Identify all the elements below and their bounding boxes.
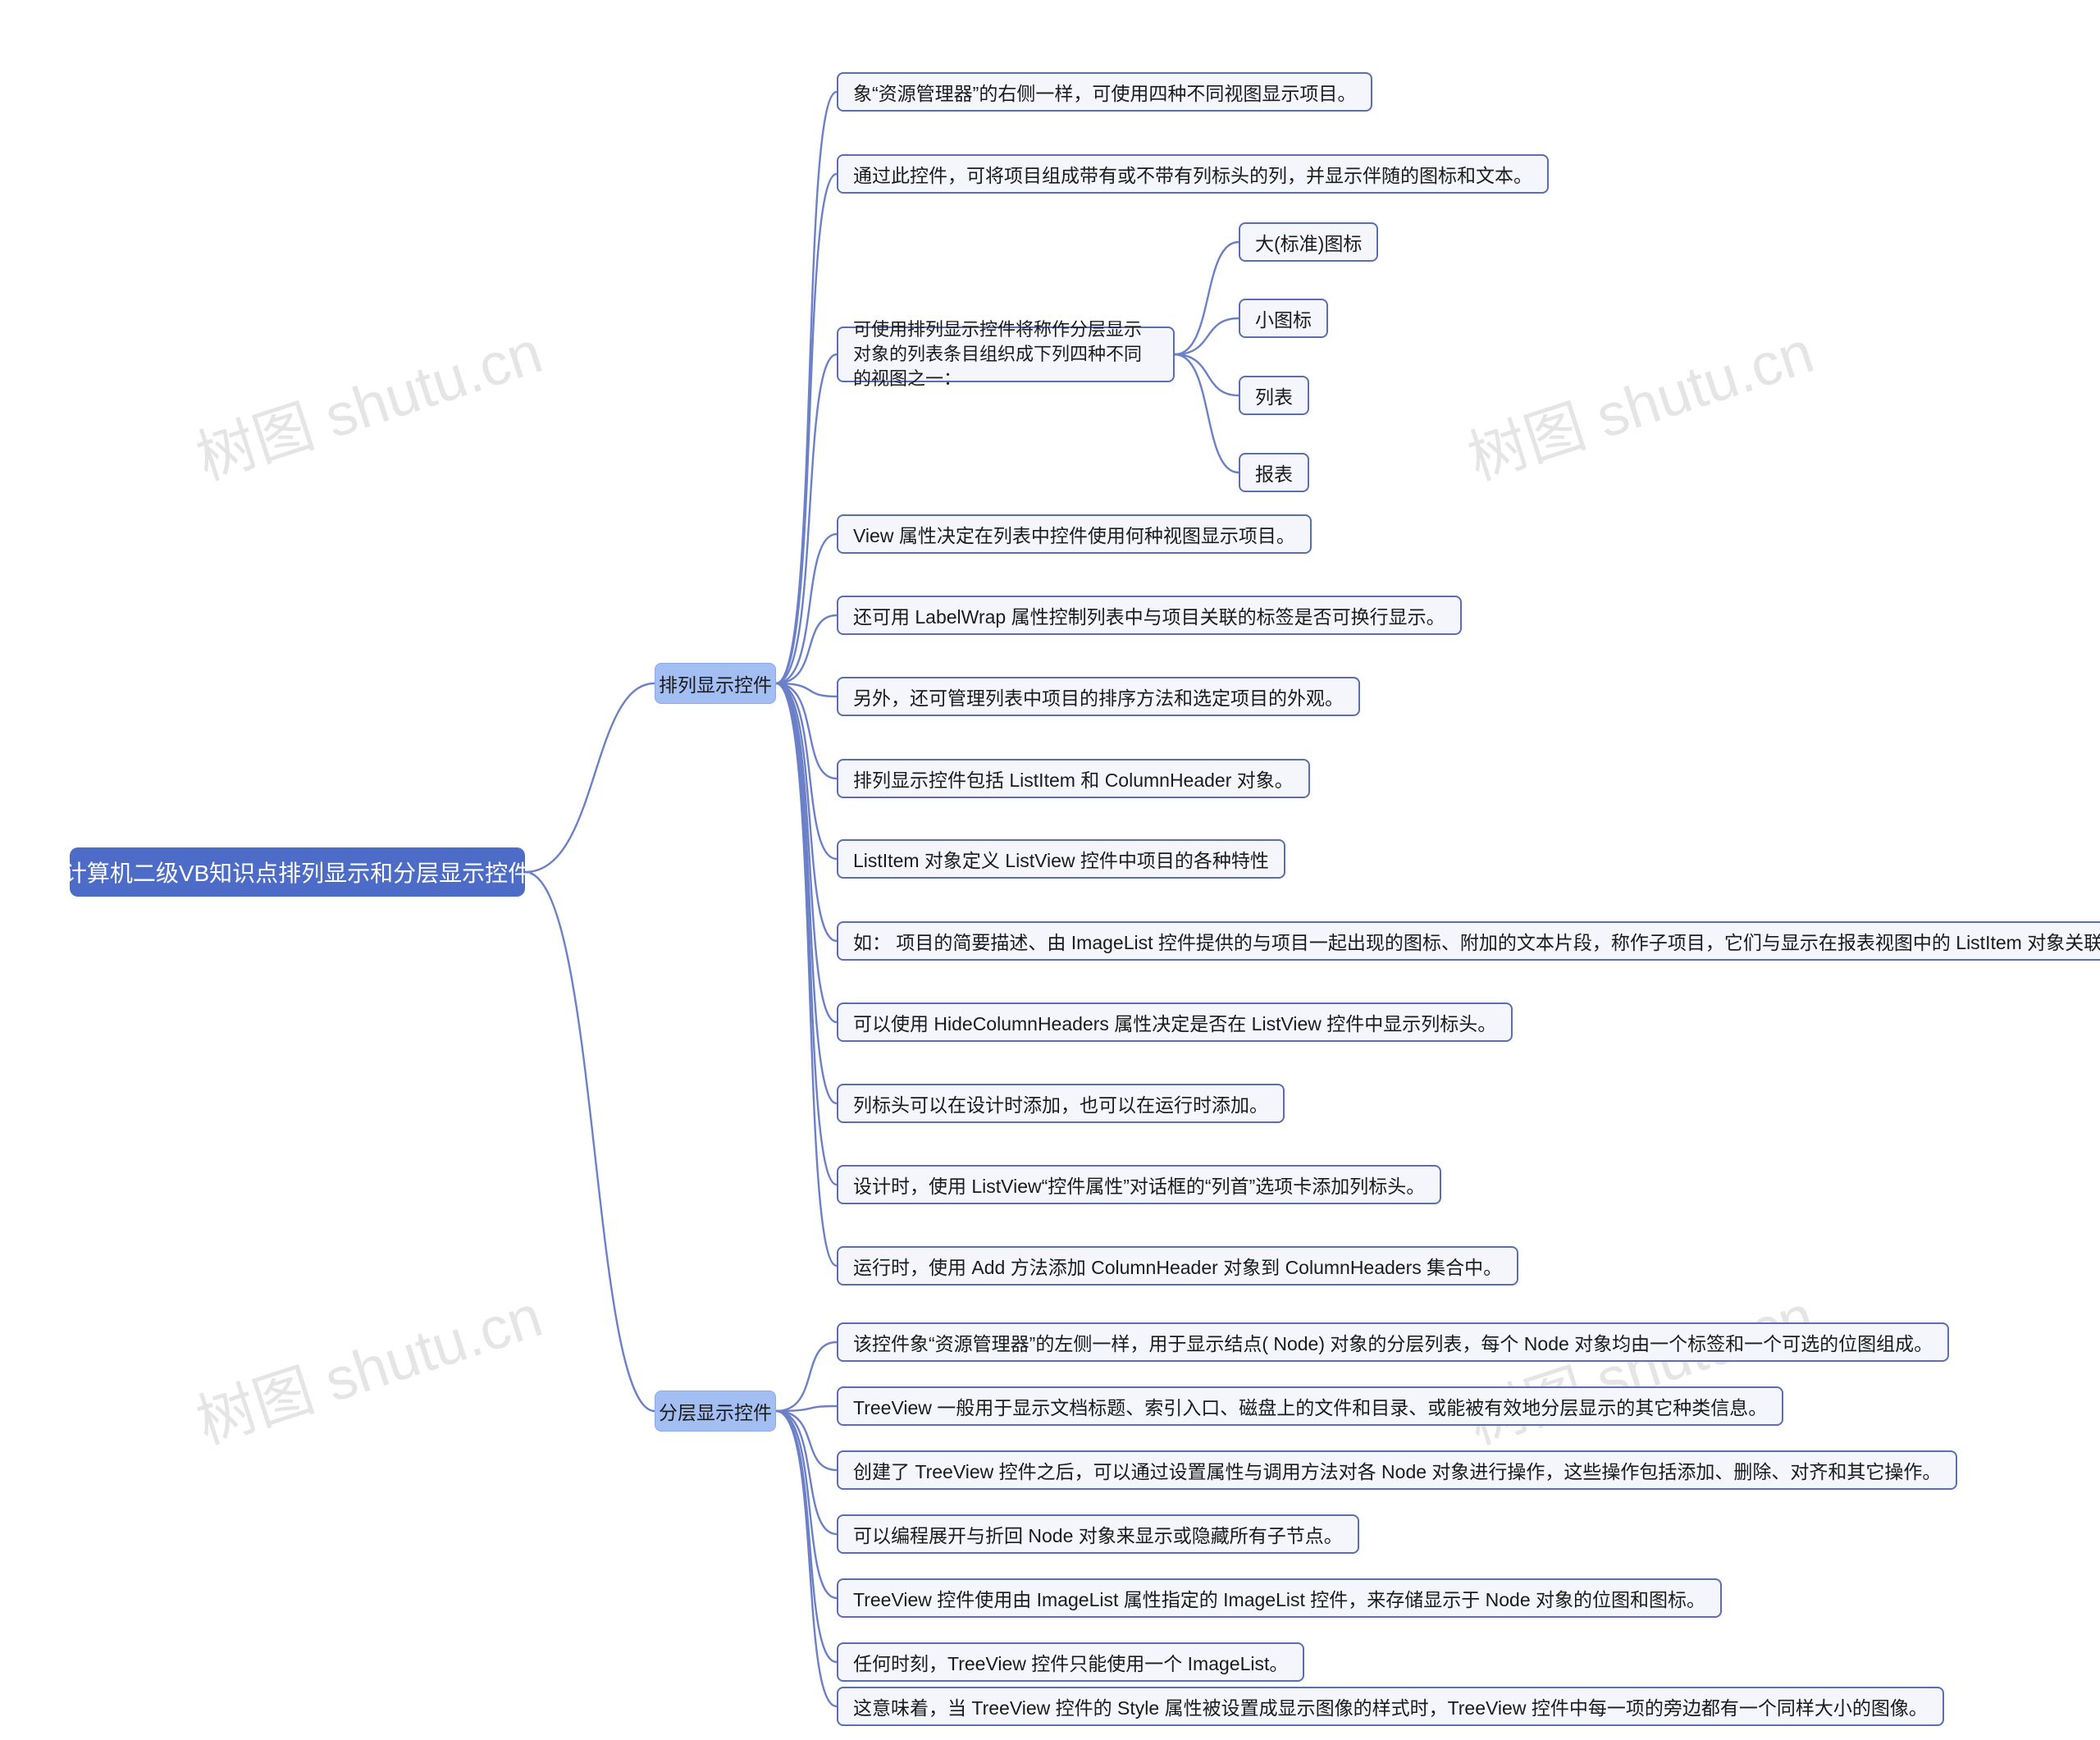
view-large-icon[interactable]: 大(标准)图标 <box>1239 222 1378 262</box>
b1-item-4[interactable]: 还可用 LabelWrap 属性控制列表中与项目关联的标签是否可换行显示。 <box>837 596 1462 635</box>
b2-item-5[interactable]: 任何时刻，TreeView 控件只能使用一个 ImageList。 <box>837 1642 1304 1682</box>
b2-item-1[interactable]: TreeView 一般用于显示文档标题、索引入口、磁盘上的文件和目录、或能被有效… <box>837 1386 1783 1426</box>
mindmap-canvas: 树图 shutu.cn 树图 shutu.cn 树图 shutu.cn 树图 s… <box>0 0 2100 1740</box>
b2-item-2[interactable]: 创建了 TreeView 控件之后，可以通过设置属性与调用方法对各 Node 对… <box>837 1450 1957 1490</box>
b1-item-11[interactable]: 设计时，使用 ListView“控件属性”对话框的“列首”选项卡添加列标头。 <box>837 1165 1441 1204</box>
branch-treeview[interactable]: 分层显示控件 <box>655 1391 776 1432</box>
b1-item-7[interactable]: ListItem 对象定义 ListView 控件中项目的各种特性 <box>837 839 1285 879</box>
b1-item-9[interactable]: 可以使用 HideColumnHeaders 属性决定是否在 ListView … <box>837 1002 1513 1042</box>
b2-item-6[interactable]: 这意味着，当 TreeView 控件的 Style 属性被设置成显示图像的样式时… <box>837 1687 1944 1726</box>
view-list[interactable]: 列表 <box>1239 376 1309 415</box>
root-node[interactable]: 计算机二级VB知识点排列显示和分层显示控件 <box>70 847 525 897</box>
b2-item-4[interactable]: TreeView 控件使用由 ImageList 属性指定的 ImageList… <box>837 1578 1722 1618</box>
b1-item-12[interactable]: 运行时，使用 Add 方法添加 ColumnHeader 对象到 ColumnH… <box>837 1246 1518 1286</box>
b1-item-5[interactable]: 另外，还可管理列表中项目的排序方法和选定项目的外观。 <box>837 677 1360 716</box>
b1-item-6[interactable]: 排列显示控件包括 ListItem 和 ColumnHeader 对象。 <box>837 759 1310 798</box>
view-report[interactable]: 报表 <box>1239 453 1309 492</box>
b1-item-0[interactable]: 象“资源管理器”的右侧一样，可使用四种不同视图显示项目。 <box>837 72 1372 112</box>
view-small-icon[interactable]: 小图标 <box>1239 299 1328 338</box>
b2-item-3[interactable]: 可以编程展开与折回 Node 对象来显示或隐藏所有子节点。 <box>837 1514 1359 1554</box>
b1-item-8[interactable]: 如： 项目的简要描述、由 ImageList 控件提供的与项目一起出现的图标、附… <box>837 921 2100 961</box>
b2-item-0[interactable]: 该控件象“资源管理器”的左侧一样，用于显示结点( Node) 对象的分层列表，每… <box>837 1322 1949 1362</box>
b1-item-2-views-parent[interactable]: 可使用排列显示控件将称作分层显示对象的列表条目组织成下列四种不同的视图之一： <box>837 327 1175 382</box>
b1-item-1[interactable]: 通过此控件，可将项目组成带有或不带有列标头的列，并显示伴随的图标和文本。 <box>837 154 1549 194</box>
b1-item-3[interactable]: View 属性决定在列表中控件使用何种视图显示项目。 <box>837 514 1312 554</box>
branch-listview[interactable]: 排列显示控件 <box>655 663 776 704</box>
b1-item-10[interactable]: 列标头可以在设计时添加，也可以在运行时添加。 <box>837 1084 1285 1123</box>
